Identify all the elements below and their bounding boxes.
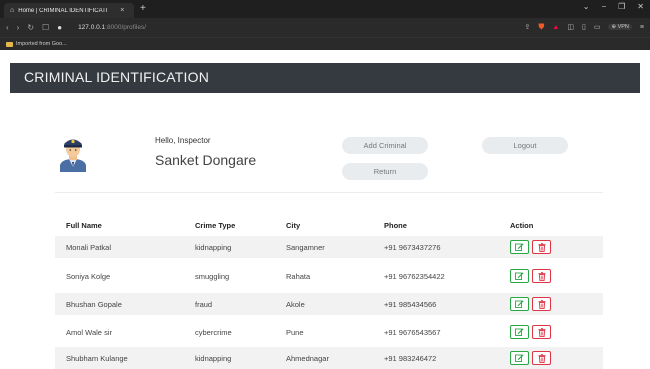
- cell-full-name: Shubham Kulange: [66, 353, 128, 363]
- trash-icon: [538, 353, 545, 363]
- table-row: Monali Patkal kidnapping Sangamner +91 9…: [55, 236, 603, 258]
- table-header: Full Name Crime Type City Phone Action: [55, 218, 603, 234]
- header-crime-type: Crime Type: [195, 221, 236, 230]
- menu-icon[interactable]: ≡: [640, 24, 644, 31]
- minimize-button[interactable]: −: [601, 2, 606, 11]
- rewards-icon[interactable]: ▲: [552, 24, 559, 31]
- section-divider: [55, 192, 603, 193]
- cell-full-name: Amol Wale sir: [66, 327, 112, 337]
- cell-phone: +91 96762354422: [384, 271, 445, 281]
- browser-tab[interactable]: ⌂ Home | CRIMINAL IDENTIFICATI ×: [4, 3, 134, 18]
- logout-button[interactable]: Logout: [482, 137, 568, 154]
- table-row: Bhushan Gopale fraud Akole +91 985434566: [55, 293, 603, 315]
- new-tab-button[interactable]: +: [140, 3, 146, 14]
- home-icon: ⌂: [10, 7, 15, 14]
- edit-icon: [515, 354, 524, 362]
- edit-icon: [515, 272, 524, 280]
- vpn-button[interactable]: ⊕ VPN: [608, 24, 632, 30]
- cell-crime-type: kidnapping: [195, 353, 232, 363]
- browser-tab-bar: ⌂ Home | CRIMINAL IDENTIFICATI × + ⌄ − ❐…: [0, 0, 650, 18]
- cell-city: Akole: [286, 299, 305, 309]
- cell-full-name: Monali Patkal: [66, 242, 112, 252]
- cell-phone: +91 985434566: [384, 299, 437, 309]
- sidebar-icon[interactable]: ▯: [582, 23, 586, 31]
- delete-button[interactable]: [532, 240, 551, 254]
- maximize-button[interactable]: ❐: [618, 2, 625, 11]
- edit-button[interactable]: [510, 297, 529, 311]
- edit-button[interactable]: [510, 269, 529, 283]
- wallet-icon[interactable]: ▭: [594, 23, 601, 31]
- forward-icon[interactable]: ›: [17, 23, 20, 32]
- cell-city: Sangamner: [286, 242, 325, 252]
- url-path: :8000/profiles/: [105, 24, 147, 31]
- cell-crime-type: smuggling: [195, 271, 230, 281]
- police-officer-avatar-icon: [60, 139, 86, 172]
- tab-close-icon[interactable]: ×: [120, 7, 124, 14]
- close-window-button[interactable]: ✕: [637, 2, 644, 11]
- header-full-name: Full Name: [66, 221, 102, 230]
- greeting-text: Hello, Inspector: [155, 136, 211, 145]
- trash-icon: [538, 242, 545, 252]
- back-icon[interactable]: ‹: [6, 23, 9, 32]
- edit-icon: [515, 243, 524, 251]
- url-host: 127.0.0.1: [78, 24, 106, 31]
- cell-full-name: Bhushan Gopale: [66, 299, 122, 309]
- browser-toolbar-right: ⇪ ⛊ ▲ ◫ ▯ ▭ ⊕ VPN ≡: [525, 22, 644, 32]
- table-row: Shubham Kulange kidnapping Ahmednagar +9…: [55, 347, 603, 369]
- brave-shield-icon[interactable]: ⛊: [538, 22, 544, 32]
- edit-icon: [515, 328, 524, 336]
- cell-crime-type: kidnapping: [195, 242, 232, 252]
- tab-search-icon[interactable]: ⌄: [583, 2, 590, 11]
- cell-phone: +91 9676543567: [384, 327, 441, 337]
- site-info-icon[interactable]: ●: [57, 23, 62, 32]
- delete-button[interactable]: [532, 297, 551, 311]
- cell-full-name: Soniya Kolge: [66, 271, 111, 281]
- cell-crime-type: fraud: [195, 299, 213, 309]
- app-brand[interactable]: CRIMINAL IDENTIFICATION: [24, 69, 209, 85]
- table-row: Soniya Kolge smuggling Rahata +91 967623…: [55, 265, 603, 287]
- cell-city: Pune: [286, 327, 304, 337]
- edit-button[interactable]: [510, 240, 529, 254]
- delete-button[interactable]: [532, 325, 551, 339]
- header-phone: Phone: [384, 221, 407, 230]
- delete-button[interactable]: [532, 269, 551, 283]
- folder-icon: [6, 41, 13, 47]
- add-criminal-button[interactable]: Add Criminal: [342, 137, 428, 154]
- bookmark-folder[interactable]: Imported from Goo...: [16, 41, 67, 47]
- bookmark-icon[interactable]: ☐: [42, 23, 49, 32]
- extensions-icon[interactable]: ◫: [567, 23, 574, 31]
- edit-button[interactable]: [510, 325, 529, 339]
- delete-button[interactable]: [532, 351, 551, 365]
- app-header: CRIMINAL IDENTIFICATION: [10, 63, 640, 93]
- table-row: Amol Wale sir cybercrime Pune +91 967654…: [55, 321, 603, 343]
- bookmarks-bar: Imported from Goo...: [0, 37, 650, 50]
- cell-action: [510, 321, 551, 343]
- inspector-name: Sanket Dongare: [155, 152, 257, 168]
- cell-phone: +91 983246472: [384, 353, 437, 363]
- cell-phone: +91 9673437276: [384, 242, 441, 252]
- trash-icon: [538, 271, 545, 281]
- header-city: City: [286, 221, 301, 230]
- address-bar[interactable]: 127.0.0.1:8000/profiles/: [78, 24, 146, 31]
- cell-action: [510, 236, 551, 258]
- trash-icon: [538, 327, 545, 337]
- trash-icon: [538, 299, 545, 309]
- cell-action: [510, 347, 551, 369]
- share-icon[interactable]: ⇪: [525, 23, 531, 31]
- reload-icon[interactable]: ↻: [27, 23, 34, 32]
- cell-city: Ahmednagar: [286, 353, 329, 363]
- edit-icon: [515, 300, 524, 308]
- edit-button[interactable]: [510, 351, 529, 365]
- cell-crime-type: cybercrime: [195, 327, 232, 337]
- cell-action: [510, 265, 551, 287]
- window-controls: ⌄ − ❐ ✕: [583, 2, 644, 11]
- tab-title: Home | CRIMINAL IDENTIFICATI: [18, 7, 108, 14]
- cell-action: [510, 293, 551, 315]
- header-action: Action: [510, 221, 534, 230]
- cell-city: Rahata: [286, 271, 311, 281]
- return-button[interactable]: Return: [342, 163, 428, 180]
- vpn-label: VPN: [617, 24, 629, 30]
